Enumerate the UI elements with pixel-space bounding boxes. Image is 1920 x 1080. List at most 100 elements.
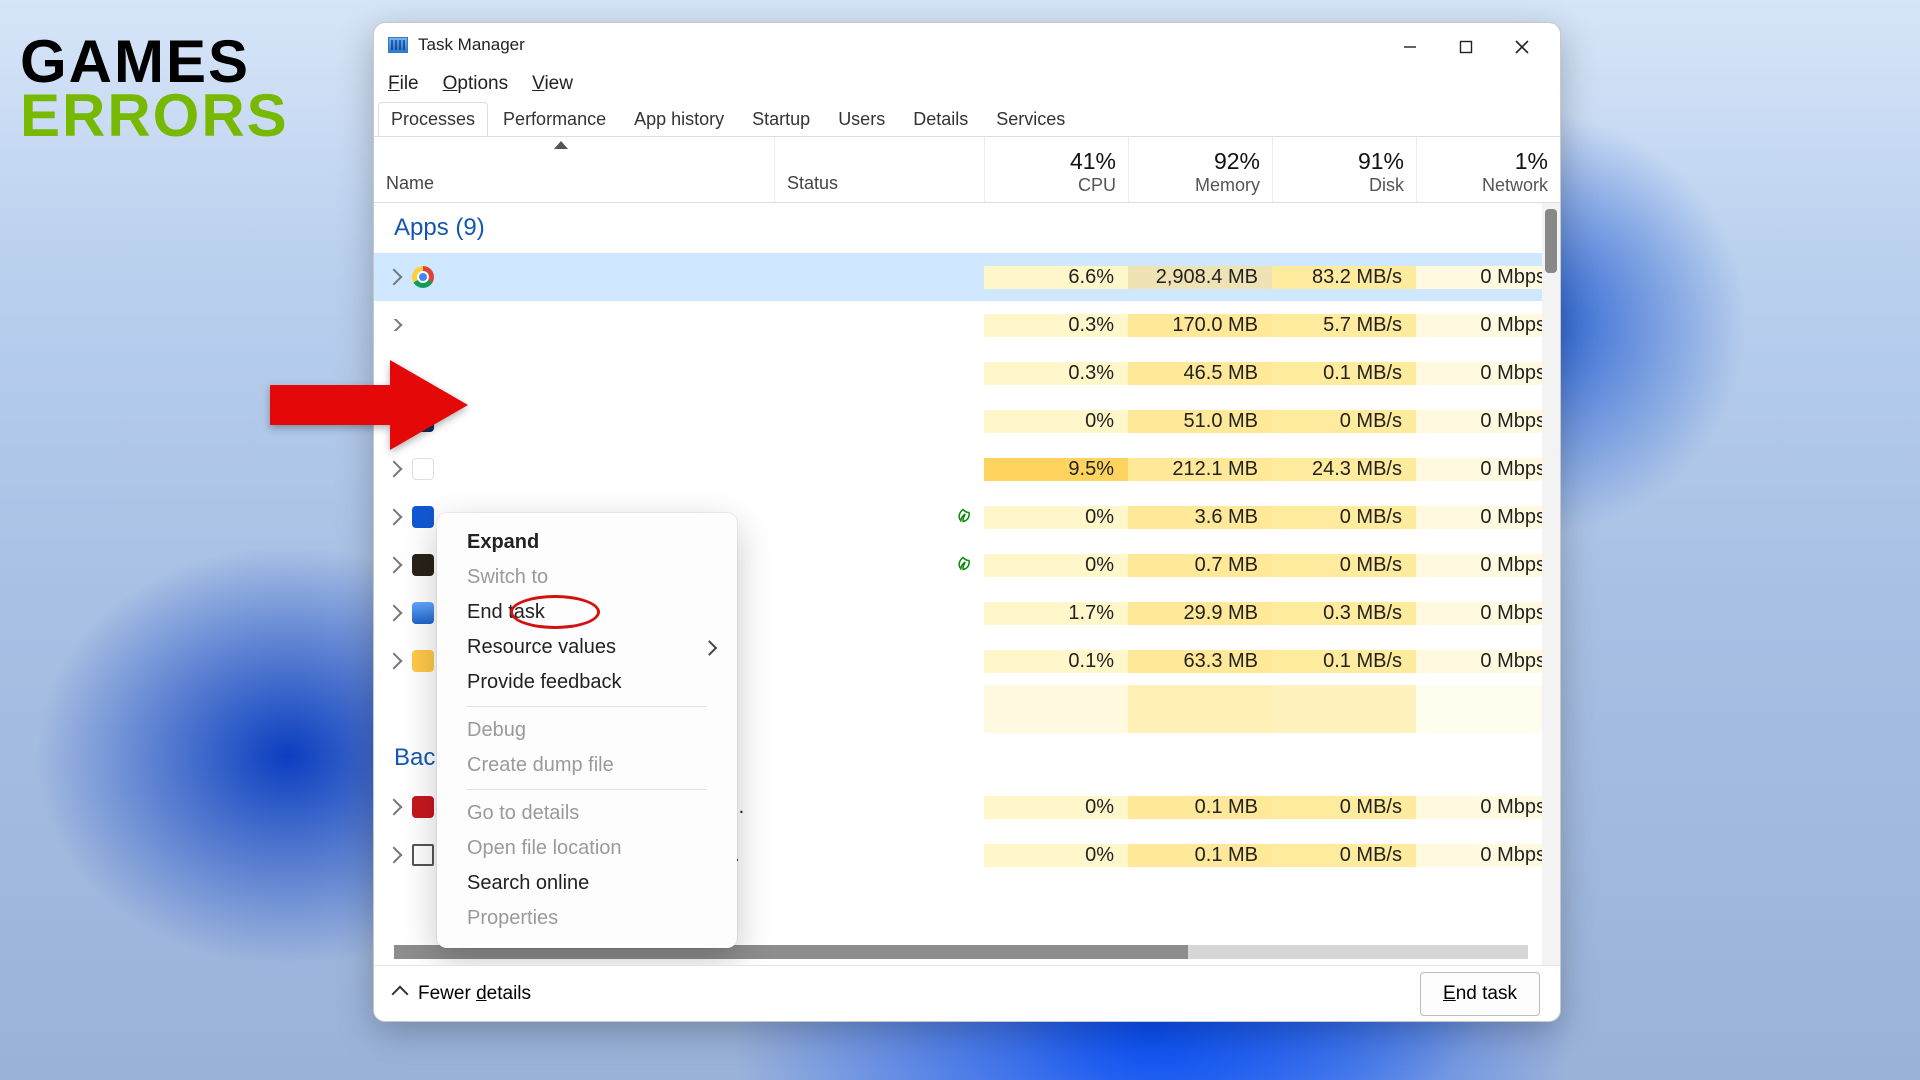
sort-indicator-icon	[554, 141, 568, 149]
cell-cpu: 0%	[984, 844, 1128, 867]
cell-network: 0 Mbps	[1416, 602, 1560, 625]
column-header-memory[interactable]: 92% Memory	[1128, 137, 1272, 202]
tab-startup[interactable]: Startup	[739, 102, 823, 136]
cell-network: 0 Mbps	[1416, 554, 1560, 577]
column-header-network[interactable]: 1% Network	[1416, 137, 1560, 202]
close-button[interactable]	[1494, 29, 1550, 65]
cell-cpu: 0%	[984, 796, 1128, 819]
expand-chevron-icon[interactable]	[386, 799, 403, 816]
cell-memory: 51.0 MB	[1128, 410, 1272, 433]
cell-disk: 0.1 MB/s	[1272, 362, 1416, 385]
window-title: Task Manager	[418, 35, 525, 55]
ctx-separator	[467, 706, 707, 707]
cell-network: 0 Mbps	[1416, 844, 1560, 867]
ctx-provide-feedback[interactable]: Provide feedback	[437, 665, 737, 700]
cell-network: 0 Mbps	[1416, 314, 1560, 337]
cell-disk: 0 MB/s	[1272, 410, 1416, 433]
tab-app-history[interactable]: App history	[621, 102, 737, 136]
expand-chevron-icon[interactable]	[386, 605, 403, 622]
process-row[interactable]: 0% 51.0 MB 0 MB/s 0 Mbps	[374, 397, 1560, 445]
ctx-resource-values[interactable]: Resource values	[437, 630, 737, 665]
titlebar: Task Manager	[374, 23, 1560, 67]
column-header-disk[interactable]: 91% Disk	[1272, 137, 1416, 202]
cell-disk: 0.3 MB/s	[1272, 602, 1416, 625]
eco-leaf-icon	[954, 508, 972, 526]
cell-network: 0 Mbps	[1416, 410, 1560, 433]
chrome-icon	[412, 266, 434, 288]
cell-cpu: 0%	[984, 554, 1128, 577]
logo-line-1: GAMES	[20, 35, 289, 89]
column-header-status[interactable]: Status	[774, 137, 984, 202]
cell-memory: 29.9 MB	[1128, 602, 1272, 625]
group-header-apps[interactable]: Apps (9)	[374, 203, 1560, 253]
cell-memory: 212.1 MB	[1128, 458, 1272, 481]
folder-icon	[412, 650, 434, 672]
expand-chevron-icon[interactable]	[386, 509, 403, 526]
ctx-debug: Debug	[437, 713, 737, 748]
expand-chevron-icon[interactable]	[386, 269, 403, 286]
process-row[interactable]: 0.3% 170.0 MB 5.7 MB/s 0 Mbps	[374, 301, 1560, 349]
ctx-open-file-location: Open file location	[437, 831, 737, 866]
minimize-button[interactable]	[1382, 29, 1438, 65]
cell-network: 0 Mbps	[1416, 796, 1560, 819]
cell-cpu: 0.1%	[984, 650, 1128, 673]
ctx-separator	[467, 789, 707, 790]
network-label: Network	[1482, 175, 1548, 196]
tab-performance[interactable]: Performance	[490, 102, 619, 136]
cell-memory: 0.7 MB	[1128, 554, 1272, 577]
generic-app-icon	[412, 844, 434, 866]
cell-memory: 63.3 MB	[1128, 650, 1272, 673]
cell-cpu: 6.6%	[984, 266, 1128, 289]
tab-users[interactable]: Users	[825, 102, 898, 136]
memory-total-percent: 92%	[1214, 148, 1260, 175]
menu-file[interactable]: File	[388, 73, 419, 95]
cell-memory: 170.0 MB	[1128, 314, 1272, 337]
annotation-circle	[510, 595, 600, 629]
app-icon	[412, 506, 434, 528]
expand-chevron-icon[interactable]	[386, 319, 403, 331]
maximize-button[interactable]	[1438, 29, 1494, 65]
cell-memory: 46.5 MB	[1128, 362, 1272, 385]
end-task-button[interactable]: End task End task	[1420, 972, 1540, 1016]
task-manager-window: Task Manager File Options View File Opti…	[373, 22, 1561, 1022]
cell-disk: 0.1 MB/s	[1272, 650, 1416, 673]
cell-cpu: 1.7%	[984, 602, 1128, 625]
tab-services[interactable]: Services	[983, 102, 1078, 136]
expand-chevron-icon[interactable]	[386, 461, 403, 478]
cell-memory: 0.1 MB	[1128, 844, 1272, 867]
tab-strip: Processes Performance App history Startu…	[374, 101, 1560, 137]
expand-chevron-icon[interactable]	[386, 847, 403, 864]
footer: Fewer details Fewer details End task End…	[374, 965, 1560, 1021]
expand-chevron-icon[interactable]	[386, 653, 403, 670]
tab-details[interactable]: Details	[900, 102, 981, 136]
games-errors-logo: GAMES ERRORS	[20, 35, 289, 143]
chevron-up-icon	[392, 985, 409, 1002]
cell-disk: 24.3 MB/s	[1272, 458, 1416, 481]
scrollbar-thumb[interactable]	[1545, 209, 1557, 273]
annotation-arrow	[270, 355, 470, 455]
column-header-row: Name Status 41% CPU 92% Memory 91% Disk …	[374, 137, 1560, 203]
ctx-expand[interactable]: Expand	[437, 525, 737, 560]
cell-disk: 5.7 MB/s	[1272, 314, 1416, 337]
cell-cpu: 0%	[984, 410, 1128, 433]
cell-network: 0 Mbps	[1416, 650, 1560, 673]
cell-disk: 83.2 MB/s	[1272, 266, 1416, 289]
menu-options[interactable]: Options	[443, 73, 508, 95]
process-row[interactable]: 9.5% 212.1 MB 24.3 MB/s 0 Mbps	[374, 445, 1560, 493]
cell-cpu: 0.3%	[984, 314, 1128, 337]
expand-chevron-icon[interactable]	[386, 557, 403, 574]
column-header-cpu[interactable]: 41% CPU	[984, 137, 1128, 202]
cpu-total-percent: 41%	[1070, 148, 1116, 175]
vertical-scrollbar[interactable]	[1542, 203, 1560, 965]
ctx-switch-to: Switch to	[437, 560, 737, 595]
tab-processes[interactable]: Processes	[378, 102, 488, 136]
process-row[interactable]: 6.6% 2,908.4 MB 83.2 MB/s 0 Mbps	[374, 253, 1560, 301]
process-row[interactable]: 0.3% 46.5 MB 0.1 MB/s 0 Mbps	[374, 349, 1560, 397]
menu-view[interactable]: View	[532, 73, 573, 95]
network-total-percent: 1%	[1515, 148, 1548, 175]
column-status-label: Status	[787, 173, 972, 194]
cell-disk: 0 MB/s	[1272, 554, 1416, 577]
fewer-details-toggle[interactable]: Fewer details Fewer details	[394, 983, 531, 1005]
column-header-name[interactable]: Name	[374, 137, 774, 202]
ctx-search-online[interactable]: Search online	[437, 866, 737, 901]
